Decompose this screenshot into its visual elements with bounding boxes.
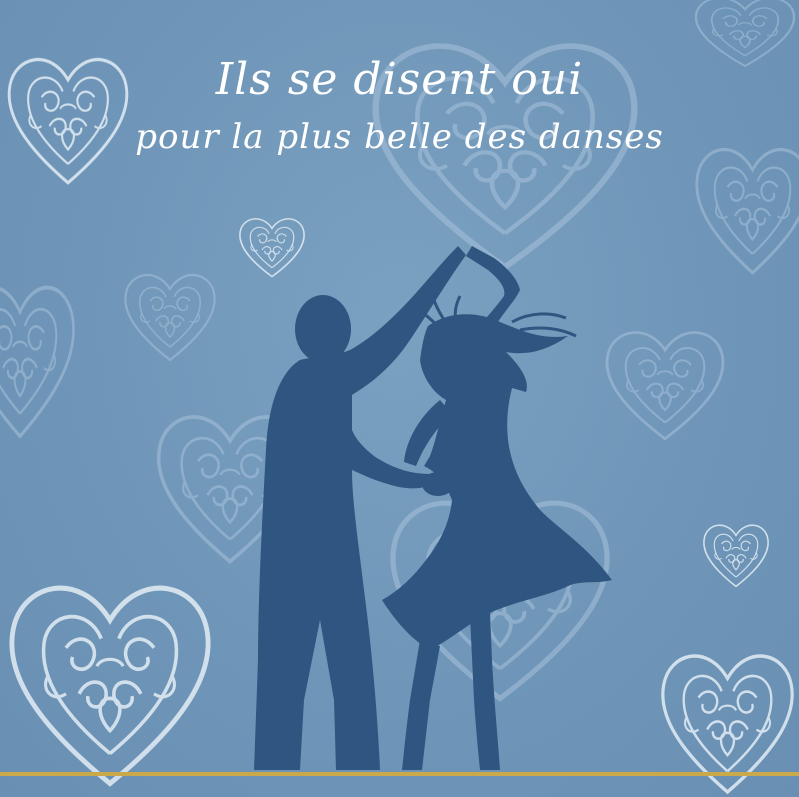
title-line-2: pour la plus belle des danses (135, 117, 664, 157)
card-title: Ils se disent oui pour la plus belle des… (0, 52, 799, 162)
dancing-couple-silhouette (254, 246, 612, 770)
title-line-1: Ils se disent oui (215, 54, 584, 105)
gold-rule (0, 772, 799, 776)
wedding-card: Ils se disent oui pour la plus belle des… (0, 0, 799, 797)
